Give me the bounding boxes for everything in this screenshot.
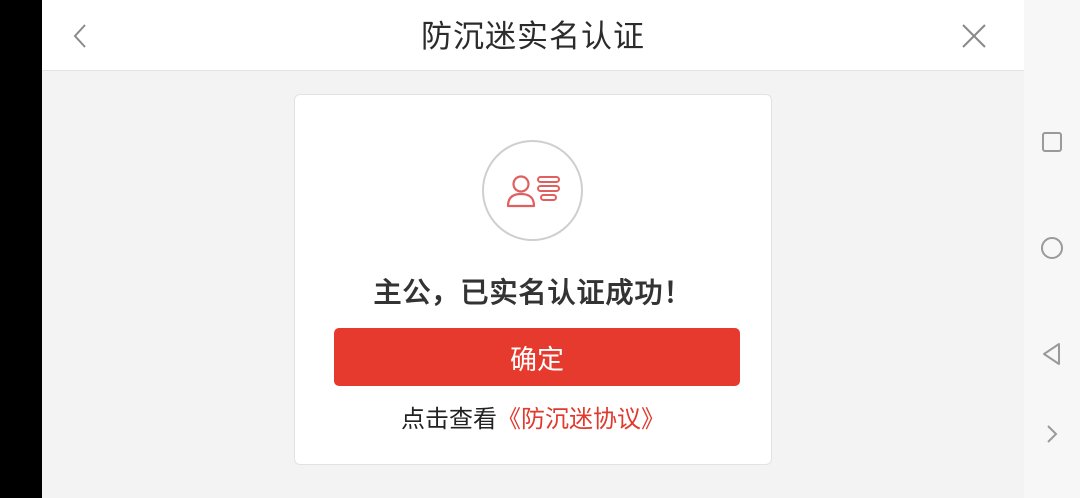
verification-card: 主公，已实名认证成功！ 确定 点击查看《防沉迷协议》 [294,94,772,465]
recent-apps-button[interactable] [1040,130,1064,154]
system-nav-bar [1024,0,1080,498]
agreement-link[interactable]: 《防沉迷协议》 [497,405,665,433]
close-button[interactable] [960,22,988,50]
avatar-circle [482,140,583,241]
agreement-line: 点击查看《防沉迷协议》 [295,399,771,434]
close-icon [962,24,986,48]
recent-apps-icon [1042,132,1062,152]
back-triangle-icon [1043,343,1060,365]
header-bar: 防沉迷实名认证 [42,0,1024,71]
chevron-left-icon [73,24,86,48]
home-button[interactable] [1040,236,1064,260]
id-card-icon [506,174,560,207]
expand-button[interactable] [1040,422,1064,446]
home-icon [1041,237,1063,259]
success-message: 主公，已实名认证成功！ [373,276,693,309]
back-button[interactable] [68,22,92,50]
app-window: 防沉迷实名认证 主公，已实名认证成功！ 确定 点击查看《防沉迷协议》 [42,0,1024,498]
left-black-bar [0,0,42,498]
page-title: 防沉迷实名认证 [421,19,645,55]
expand-icon [1047,425,1058,443]
confirm-button[interactable]: 确定 [334,328,740,386]
agreement-prefix: 点击查看 [401,405,497,433]
nav-back-button[interactable] [1040,342,1064,366]
